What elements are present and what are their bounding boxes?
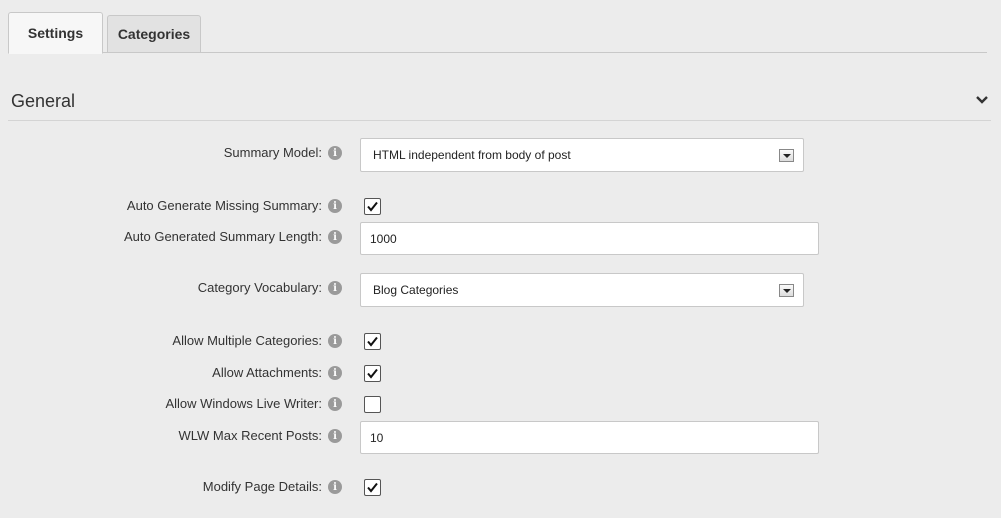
modify-page-details-row: Modify Page Details: i — [0, 475, 1001, 499]
auto-generate-missing-summary-label: Auto Generate Missing Summary: — [126, 198, 322, 213]
allow-attachments-label: Allow Attachments: — [212, 365, 322, 380]
allow-multiple-categories-row: Allow Multiple Categories: i — [0, 329, 1001, 353]
wlw-max-recent-posts-label: WLW Max Recent Posts: — [178, 428, 322, 443]
allow-multiple-categories-label: Allow Multiple Categories: — [172, 333, 322, 348]
allow-attachments-row: Allow Attachments: i — [0, 361, 1001, 385]
allow-multiple-categories-checkbox[interactable] — [364, 333, 381, 350]
info-icon[interactable]: i — [328, 281, 342, 295]
info-icon[interactable]: i — [328, 366, 342, 380]
chevron-down-icon[interactable] — [975, 93, 989, 107]
dropdown-arrow-icon[interactable] — [779, 149, 794, 162]
dropdown-arrow-icon[interactable] — [779, 284, 794, 297]
auto-generate-missing-summary-checkbox[interactable] — [364, 198, 381, 215]
auto-generate-missing-summary-row: Auto Generate Missing Summary: i — [0, 194, 1001, 218]
allow-attachments-checkbox[interactable] — [364, 365, 381, 382]
auto-generated-summary-length-input[interactable]: 1000 — [360, 222, 819, 255]
allow-windows-live-writer-row: Allow Windows Live Writer: i — [0, 392, 1001, 416]
checkmark-icon — [367, 482, 378, 493]
info-icon[interactable]: i — [328, 146, 342, 160]
tab-categories[interactable]: Categories — [107, 15, 201, 53]
summary-model-label: Summary Model: — [223, 145, 322, 160]
info-icon[interactable]: i — [328, 429, 342, 443]
checkmark-icon — [367, 201, 378, 212]
auto-generated-summary-length-value: 1000 — [370, 231, 397, 246]
info-icon[interactable]: i — [328, 480, 342, 494]
info-icon[interactable]: i — [328, 199, 342, 213]
info-icon[interactable]: i — [328, 397, 342, 411]
checkmark-icon — [367, 336, 378, 347]
wlw-max-recent-posts-value: 10 — [370, 430, 384, 445]
summary-model-select[interactable]: HTML independent from body of post — [360, 138, 804, 172]
allow-windows-live-writer-checkbox[interactable] — [364, 396, 381, 413]
tab-bar: Settings Categories — [8, 12, 987, 54]
allow-windows-live-writer-label: Allow Windows Live Writer: — [165, 396, 322, 411]
summary-model-value: HTML independent from body of post — [373, 148, 571, 162]
checkmark-icon — [367, 368, 378, 379]
category-vocabulary-value: Blog Categories — [373, 283, 459, 297]
modify-page-details-label: Modify Page Details: — [202, 479, 322, 494]
info-icon[interactable]: i — [328, 334, 342, 348]
wlw-max-recent-posts-input[interactable]: 10 — [360, 421, 819, 454]
auto-generated-summary-length-label: Auto Generated Summary Length: — [123, 229, 322, 244]
tab-settings[interactable]: Settings — [8, 12, 103, 54]
info-icon[interactable]: i — [328, 230, 342, 244]
category-vocabulary-select[interactable]: Blog Categories — [360, 273, 804, 307]
modify-page-details-checkbox[interactable] — [364, 479, 381, 496]
section-header-general[interactable]: General — [8, 83, 991, 121]
category-vocabulary-label: Category Vocabulary: — [197, 280, 322, 295]
section-title: General — [11, 91, 76, 111]
